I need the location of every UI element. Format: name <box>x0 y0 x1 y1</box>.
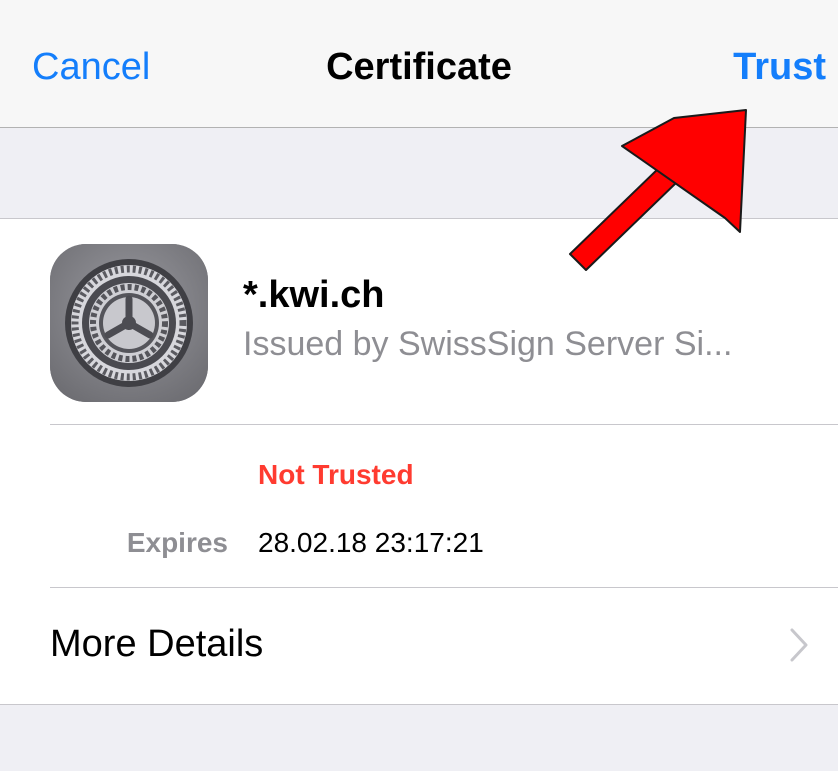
red-arrow-icon <box>569 109 747 271</box>
chevron-right-icon <box>790 628 808 662</box>
divider <box>50 424 838 425</box>
page-title: Certificate <box>326 46 512 88</box>
trust-status: Not Trusted <box>258 459 414 490</box>
certificate-issuer: Issued by SwissSign Server Si... <box>243 325 733 363</box>
settings-gear-icon <box>50 244 208 402</box>
more-details-row[interactable]: More Details <box>0 588 838 705</box>
certificate-name: *.kwi.ch <box>243 274 385 316</box>
expires-value: 28.02.18 23:17:21 <box>258 527 484 558</box>
more-details-label: More Details <box>50 623 264 665</box>
certificate-card: *.kwi.ch Issued by SwissSign Server Si..… <box>0 218 838 705</box>
trust-button[interactable]: Trust <box>733 46 826 89</box>
expires-label: Expires <box>126 527 228 558</box>
